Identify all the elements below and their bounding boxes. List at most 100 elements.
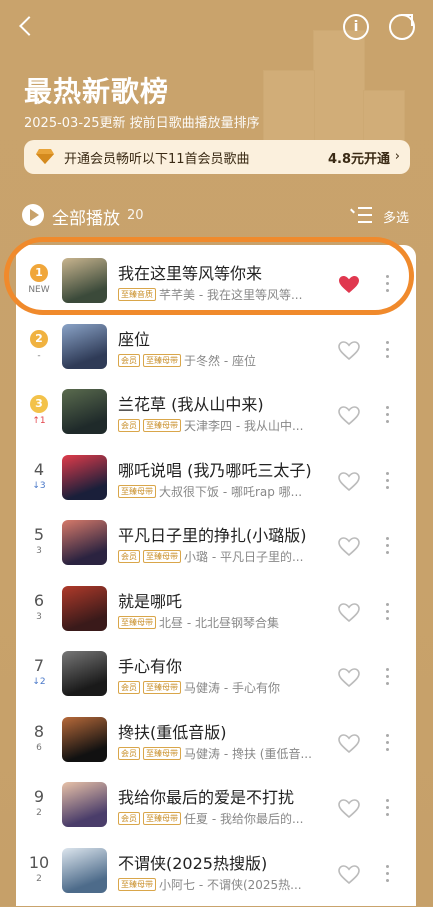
song-meta: 至臻母带 大叔很下饭 - 哪吒rap 哪... [118,483,338,500]
song-row[interactable]: 9 2 我给你最后的爱是不打扰 会员 至臻母带 任夏 - 我给你最后的... [16,779,416,841]
song-meta: 会员 至臻母带 马健涛 - 搀扶 (重低音... [118,745,338,762]
song-title: 我在这里等风等你来 [118,264,263,283]
vip-tag: 会员 [118,812,140,825]
album-cover[interactable] [62,454,107,500]
rank-change: 3 [36,611,42,622]
share-icon[interactable] [389,14,415,40]
rank-change: 2 [36,873,42,884]
rank-change: 2 [36,808,42,818]
song-row[interactable]: 4 ↓3 哪吒说唱 (我乃哪吒三太子) 至臻母带 大叔很下饭 - 哪吒rap 哪... [16,452,416,514]
more-options-icon[interactable] [384,275,390,295]
rank-number: 8 [33,721,45,741]
rank-number: 7 [33,656,45,675]
more-options-icon[interactable] [384,406,390,426]
album-cover[interactable] [62,258,107,303]
diamond-icon [36,149,54,164]
song-row[interactable]: 7 ↓2 手心有你 会员 至臻母带 马健涛 - 手心有你 [16,648,416,710]
multi-select-label: 多选 [383,211,410,226]
update-subtitle: 2025-03-25更新 按前日歌曲播放量排序 [24,116,260,131]
song-meta: 至臻音质 芊芊美 - 我在这里等风等... [118,286,338,303]
song-row[interactable]: 10 2 不谓侠(2025热搜版) 至臻母带 小阿七 - 不谓侠(2025热... [16,845,416,907]
master-quality-tag: 至臻母带 [143,812,181,825]
chevron-right-icon: › [394,149,400,164]
medal-icon: 1 [29,261,49,283]
album-cover[interactable] [62,782,107,827]
rank-change: ↓3 [32,480,46,491]
heart-icon[interactable] [338,864,360,885]
song-row[interactable]: 8 6 搀扶(重低音版) 会员 至臻母带 马健涛 - 搀扶 (重低音... [16,714,416,776]
rank-change: - [37,350,41,361]
rank: 53 [26,525,52,556]
artist-album: 北昼 - 北北昼钢琴合集 [159,615,279,630]
album-cover[interactable] [62,323,107,369]
album-cover[interactable] [62,585,107,631]
more-options-icon[interactable] [384,733,390,754]
master-quality-tag: 至臻母带 [143,419,181,432]
song-meta: 会员 至臻母带 于冬然 - 座位 [118,352,338,369]
song-meta: 会员 至臻母带 小璐 - 平凡日子里的... [118,548,338,565]
artist-album: 马健涛 - 搀扶 (重低音... [184,746,312,761]
artist-album: 天津李四 - 我从山中... [184,419,304,433]
song-meta: 至臻母带 北昼 - 北北昼钢琴合集 [118,614,338,631]
song-meta: 会员 至臻母带 天津李四 - 我从山中... [118,417,338,434]
artist-album: 小阿七 - 不谓侠(2025热... [159,877,302,892]
album-cover[interactable] [62,520,107,565]
rank-number: 1 [30,264,48,282]
artist-album: 大叔很下饭 - 哪吒rap 哪... [159,484,303,499]
rank-change: 6 [36,742,42,753]
info-icon[interactable]: i [343,14,369,40]
play-all-label: 全部播放 [52,209,120,229]
vip-tag: 会员 [118,550,140,563]
artist-album: 小璐 - 平凡日子里的... [184,550,304,564]
rank: 10 2 [26,853,52,884]
song-row[interactable]: 1 NEW 我在这里等风等你来至臻音质 芊芊美 - 我在这里等风等... [16,255,416,317]
rank-number: 6 [33,590,45,610]
rank-change: NEW [28,285,50,295]
play-icon [22,204,44,226]
vip-promo-bar[interactable]: 开通会员畅听以下11首会员歌曲 4.8元开通 › [24,140,410,174]
album-cover[interactable] [62,847,107,893]
rank-number: 10 [28,852,50,872]
song-row[interactable]: 2- 座位会员 至臻母带 于冬然 - 座位 [16,321,416,383]
rank: 92 [26,787,52,818]
heart-icon[interactable] [338,340,360,361]
master-quality-tag: 至臻母带 [143,550,181,563]
checklist-icon [350,205,372,225]
heart-icon[interactable] [338,537,360,557]
album-cover[interactable] [62,651,107,696]
rank: 3 ↑1 [26,392,52,426]
song-title: 座位 [118,329,151,349]
more-options-icon[interactable] [384,799,390,819]
song-meta: 会员 至臻母带 马健涛 - 手心有你 [118,679,338,696]
rank: 63 [26,591,52,622]
heart-icon[interactable] [338,668,360,688]
vip-price-button[interactable]: 4.8元开通 [328,148,390,167]
heart-icon[interactable] [338,275,360,295]
back-icon[interactable] [16,14,40,38]
heart-icon[interactable] [338,406,360,426]
vip-tag: 会员 [118,419,140,432]
song-title: 不谓侠(2025热搜版) [118,853,268,873]
song-row[interactable]: 6 3 就是哪吒 至臻母带 北昼 - 北北昼钢琴合集 [16,583,416,645]
more-options-icon[interactable] [384,340,390,361]
song-row[interactable]: 5 3 平凡日子里的挣扎(小璐版) 会员 至臻母带 小璐 - 平凡日子里的... [16,517,416,579]
heart-icon[interactable] [338,799,360,819]
heart-icon[interactable] [338,733,360,754]
song-title: 手心有你 [118,657,183,676]
album-cover[interactable] [62,716,107,762]
heart-icon[interactable] [338,602,360,623]
more-options-icon[interactable] [384,602,390,623]
more-options-icon[interactable] [384,864,390,885]
vip-tag: 会员 [118,353,140,367]
more-options-icon[interactable] [384,471,390,492]
rank: 2- [26,327,52,361]
song-row[interactable]: 3 ↑1 兰花草 (我从山中来) 会员 至臻母带 天津李四 - 我从山中... [16,386,416,448]
heart-icon[interactable] [338,471,360,492]
song-title: 平凡日子里的挣扎(小璐版) [118,526,307,545]
more-options-icon[interactable] [384,537,390,557]
rank-number: 9 [33,787,45,806]
more-options-icon[interactable] [384,668,390,688]
rank-change: 3 [36,546,42,556]
vip-tag: 会员 [118,746,140,760]
album-cover[interactable] [62,389,107,434]
